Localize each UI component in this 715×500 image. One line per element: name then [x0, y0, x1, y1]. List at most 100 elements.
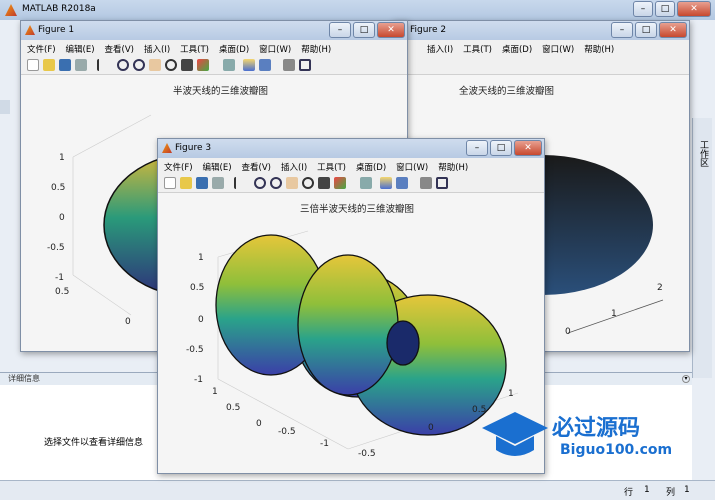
- detail-text: 选择文件以查看详细信息: [44, 438, 144, 448]
- menu-desktop[interactable]: 桌面(D): [496, 40, 536, 55]
- close-icon[interactable]: ✕: [377, 22, 405, 38]
- menu-file[interactable]: 文件(F): [158, 158, 197, 173]
- figure-3-x-tick: 1: [508, 389, 514, 399]
- status-row-value: 1: [644, 485, 650, 495]
- menu-insert[interactable]: 插入(I): [138, 40, 174, 55]
- maximize-icon[interactable]: □: [635, 22, 657, 38]
- menu-window[interactable]: 窗口(W): [390, 158, 432, 173]
- matlab-logo-icon: [5, 4, 17, 16]
- maximize-icon[interactable]: □: [353, 22, 375, 38]
- figure-1-z-tick: 0.5: [51, 183, 66, 193]
- menu-help[interactable]: 帮助(H): [432, 158, 472, 173]
- data-cursor-icon[interactable]: [181, 59, 193, 71]
- figure-3-z-tick: 0.5: [190, 283, 205, 293]
- hide-plot-tools-icon[interactable]: [420, 177, 432, 189]
- figure-3-z-tick: -0.5: [186, 345, 204, 355]
- print-icon[interactable]: [212, 177, 224, 189]
- colorbar-icon[interactable]: [380, 177, 392, 189]
- zoom-out-icon[interactable]: [133, 59, 145, 71]
- figure-1-z-tick: 1: [59, 153, 65, 163]
- figure-3-y-tick: 1: [212, 387, 218, 397]
- brush-icon[interactable]: [197, 59, 209, 71]
- close-icon[interactable]: ✕: [514, 140, 542, 156]
- menu-view[interactable]: 查看(V): [236, 158, 275, 173]
- maximize-icon[interactable]: □: [655, 1, 675, 17]
- figure-3-z-tick: -1: [194, 375, 203, 385]
- data-cursor-icon[interactable]: [318, 177, 330, 189]
- pointer-icon[interactable]: [97, 59, 109, 71]
- zoom-out-icon[interactable]: [270, 177, 282, 189]
- save-icon[interactable]: [196, 177, 208, 189]
- rotate-icon[interactable]: [165, 59, 177, 71]
- menu-tools[interactable]: 工具(T): [311, 158, 350, 173]
- close-icon[interactable]: ✕: [659, 22, 687, 38]
- menu-insert[interactable]: 插入(I): [275, 158, 311, 173]
- pan-icon[interactable]: [286, 177, 298, 189]
- link-icon[interactable]: [360, 177, 372, 189]
- figure-3-y-tick: -1: [320, 439, 329, 449]
- menu-edit[interactable]: 编辑(E): [60, 40, 99, 55]
- watermark-brand: 必过源码: [552, 416, 641, 441]
- show-plot-tools-icon[interactable]: [299, 59, 311, 71]
- figure-2-menubar: 插入(I) 工具(T) 桌面(D) 窗口(W) 帮助(H): [393, 40, 689, 56]
- maximize-icon[interactable]: □: [490, 140, 512, 156]
- figure-2-titlebar: Figure 2 – □ ✕: [393, 21, 689, 40]
- workspace-strip[interactable]: 工作区: [692, 118, 712, 378]
- figure-1-z-tick: -1: [55, 273, 64, 283]
- minimize-icon[interactable]: –: [466, 140, 488, 156]
- menu-view[interactable]: 查看(V): [99, 40, 138, 55]
- open-icon[interactable]: [180, 177, 192, 189]
- menu-desktop[interactable]: 桌面(D): [213, 40, 253, 55]
- figure-3-x-tick: -0.5: [358, 449, 376, 459]
- menu-file[interactable]: 文件(F): [21, 40, 60, 55]
- panel-toggle-icon[interactable]: [0, 100, 10, 114]
- minimize-icon[interactable]: –: [633, 1, 653, 17]
- zoom-in-icon[interactable]: [117, 59, 129, 71]
- pan-icon[interactable]: [149, 59, 161, 71]
- figure-1-titlebar: Figure 1 – □ ✕: [21, 21, 407, 40]
- zoom-in-icon[interactable]: [254, 177, 266, 189]
- new-icon[interactable]: [164, 177, 176, 189]
- open-icon[interactable]: [43, 59, 55, 71]
- minimize-icon[interactable]: –: [611, 22, 633, 38]
- menu-tools[interactable]: 工具(T): [174, 40, 213, 55]
- link-icon[interactable]: [223, 59, 235, 71]
- main-titlebar: MATLAB R2018a – □ ✕: [0, 0, 715, 20]
- new-icon[interactable]: [27, 59, 39, 71]
- figure-3-z-tick: 0: [198, 315, 204, 325]
- show-plot-tools-icon[interactable]: [436, 177, 448, 189]
- figure-3-surface-hole: [386, 320, 420, 366]
- watermark-url: Biguo100.com: [560, 442, 673, 458]
- figure-2-x-tick: 2: [657, 283, 663, 293]
- legend-icon[interactable]: [396, 177, 408, 189]
- figure-3-title: Figure 3: [175, 143, 212, 153]
- menu-window[interactable]: 窗口(W): [536, 40, 578, 55]
- figure-3-surface-middle-torus: [297, 254, 399, 396]
- colorbar-icon[interactable]: [243, 59, 255, 71]
- brush-icon[interactable]: [334, 177, 346, 189]
- menu-help[interactable]: 帮助(H): [578, 40, 618, 55]
- collapse-icon[interactable]: ▾: [682, 375, 690, 383]
- hide-plot-tools-icon[interactable]: [283, 59, 295, 71]
- figure-icon: [162, 143, 172, 153]
- figure-1-y-tick: 0: [125, 317, 131, 327]
- figure-1-z-tick: -0.5: [47, 243, 65, 253]
- print-icon[interactable]: [75, 59, 87, 71]
- menu-window[interactable]: 窗口(W): [253, 40, 295, 55]
- figure-2-x-tick: 1: [611, 309, 617, 319]
- figure-icon: [25, 25, 35, 35]
- figure-3-y-tick: 0.5: [226, 403, 241, 413]
- app-title: MATLAB R2018a: [22, 4, 96, 14]
- figure-1-menubar: 文件(F) 编辑(E) 查看(V) 插入(I) 工具(T) 桌面(D) 窗口(W) 帮助(H): [21, 40, 407, 56]
- menu-tools[interactable]: 工具(T): [457, 40, 496, 55]
- legend-icon[interactable]: [259, 59, 271, 71]
- pointer-icon[interactable]: [234, 177, 246, 189]
- status-row-label: 行: [624, 488, 634, 498]
- minimize-icon[interactable]: –: [329, 22, 351, 38]
- save-icon[interactable]: [59, 59, 71, 71]
- close-icon[interactable]: ✕: [677, 1, 711, 17]
- menu-edit[interactable]: 编辑(E): [197, 158, 236, 173]
- menu-desktop[interactable]: 桌面(D): [350, 158, 390, 173]
- menu-help[interactable]: 帮助(H): [295, 40, 335, 55]
- rotate-icon[interactable]: [302, 177, 314, 189]
